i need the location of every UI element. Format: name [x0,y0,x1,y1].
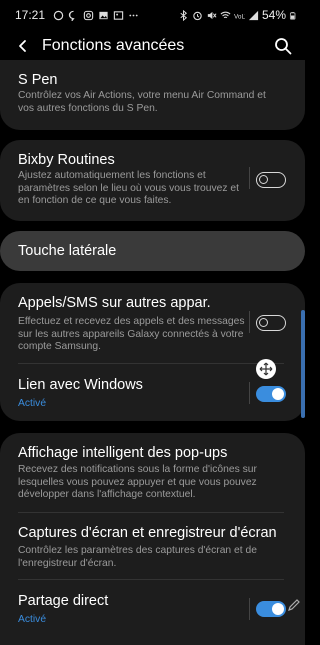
direct-share-toggle[interactable] [256,601,286,617]
image-icon [113,10,124,20]
divider-vertical [249,382,250,404]
messenger-icon [68,10,75,21]
link-windows-title: Lien avec Windows [18,377,143,393]
status-bar: 17:21 VoLTE 54% [0,0,305,30]
wifi-icon [220,11,231,18]
gallery-icon [99,11,108,19]
direct-share-item[interactable]: Partage direct Activé [0,580,305,640]
more-dots-icon [129,14,138,16]
calls-sms-toggle[interactable] [256,315,286,331]
direct-share-title: Partage direct [18,593,109,609]
calls-sms-item[interactable]: Appels/SMS sur autres appar. Effectuez e… [0,283,305,363]
calls-sms-title: Appels/SMS sur autres appar. [18,295,211,311]
spen-item[interactable]: S Pen Contrôlez vos Air Actions, votre m… [0,60,305,130]
battery-percent: 54% [261,8,286,22]
divider-vertical [249,598,250,620]
link-windows-toggle[interactable] [256,386,286,402]
card-misc: Affichage intelligent des pop-ups Receve… [0,433,305,645]
instagram-icon [83,10,94,20]
card-spen: S Pen Contrôlez vos Air Actions, votre m… [0,60,305,130]
card-side-key[interactable]: Touche latérale [0,231,305,271]
signal-icon [248,10,259,20]
move-handle-icon[interactable] [256,359,276,379]
screenshots-description: Contrôlez les paramètres des captures d'… [18,545,257,569]
whatsapp-icon [53,10,64,20]
bixby-title: Bixby Routines [18,152,115,168]
smart-popup-item[interactable]: Affichage intelligent des pop-ups Receve… [0,433,305,513]
link-windows-status: Activé [18,398,47,409]
back-arrow-icon[interactable] [12,35,34,57]
smart-popup-title: Affichage intelligent des pop-ups [18,445,228,461]
card-connectivity: Appels/SMS sur autres appar. Effectuez e… [0,283,305,421]
svg-text:VoLTE: VoLTE [234,13,245,20]
spen-title: S Pen [18,72,58,88]
screenshots-title: Captures d'écran et enregistreur d'écran [18,525,277,541]
app-bar: Fonctions avancées [0,30,305,62]
bixby-description: Ajustez automatiquement les fonctions et… [18,170,239,207]
scrollbar[interactable] [301,310,305,418]
volte-icon: VoLTE [234,13,245,20]
direct-share-status: Activé [18,614,47,625]
alarm-icon [193,11,202,20]
status-time: 17:21 [15,8,46,22]
mute-icon [207,11,217,19]
search-icon[interactable] [273,36,293,56]
bluetooth-icon [180,9,188,21]
divider-vertical [249,167,250,189]
battery-icon [289,11,296,20]
bixby-item[interactable]: Bixby Routines Ajustez automatiquement l… [0,140,305,221]
calls-sms-description: Effectuez et recevez des appels et des m… [18,316,245,353]
divider-vertical [249,311,250,333]
card-bixby: Bixby Routines Ajustez automatiquement l… [0,140,305,221]
side-key-title: Touche latérale [18,243,117,259]
spen-description: Contrôlez vos Air Actions, votre menu Ai… [18,90,266,114]
pencil-icon[interactable] [287,598,301,612]
screenshots-item[interactable]: Captures d'écran et enregistreur d'écran… [0,513,305,579]
smart-popup-description: Recevez des notifications sous la forme … [18,464,257,501]
page-title: Fonctions avancées [42,37,185,54]
bixby-toggle[interactable] [256,172,286,188]
